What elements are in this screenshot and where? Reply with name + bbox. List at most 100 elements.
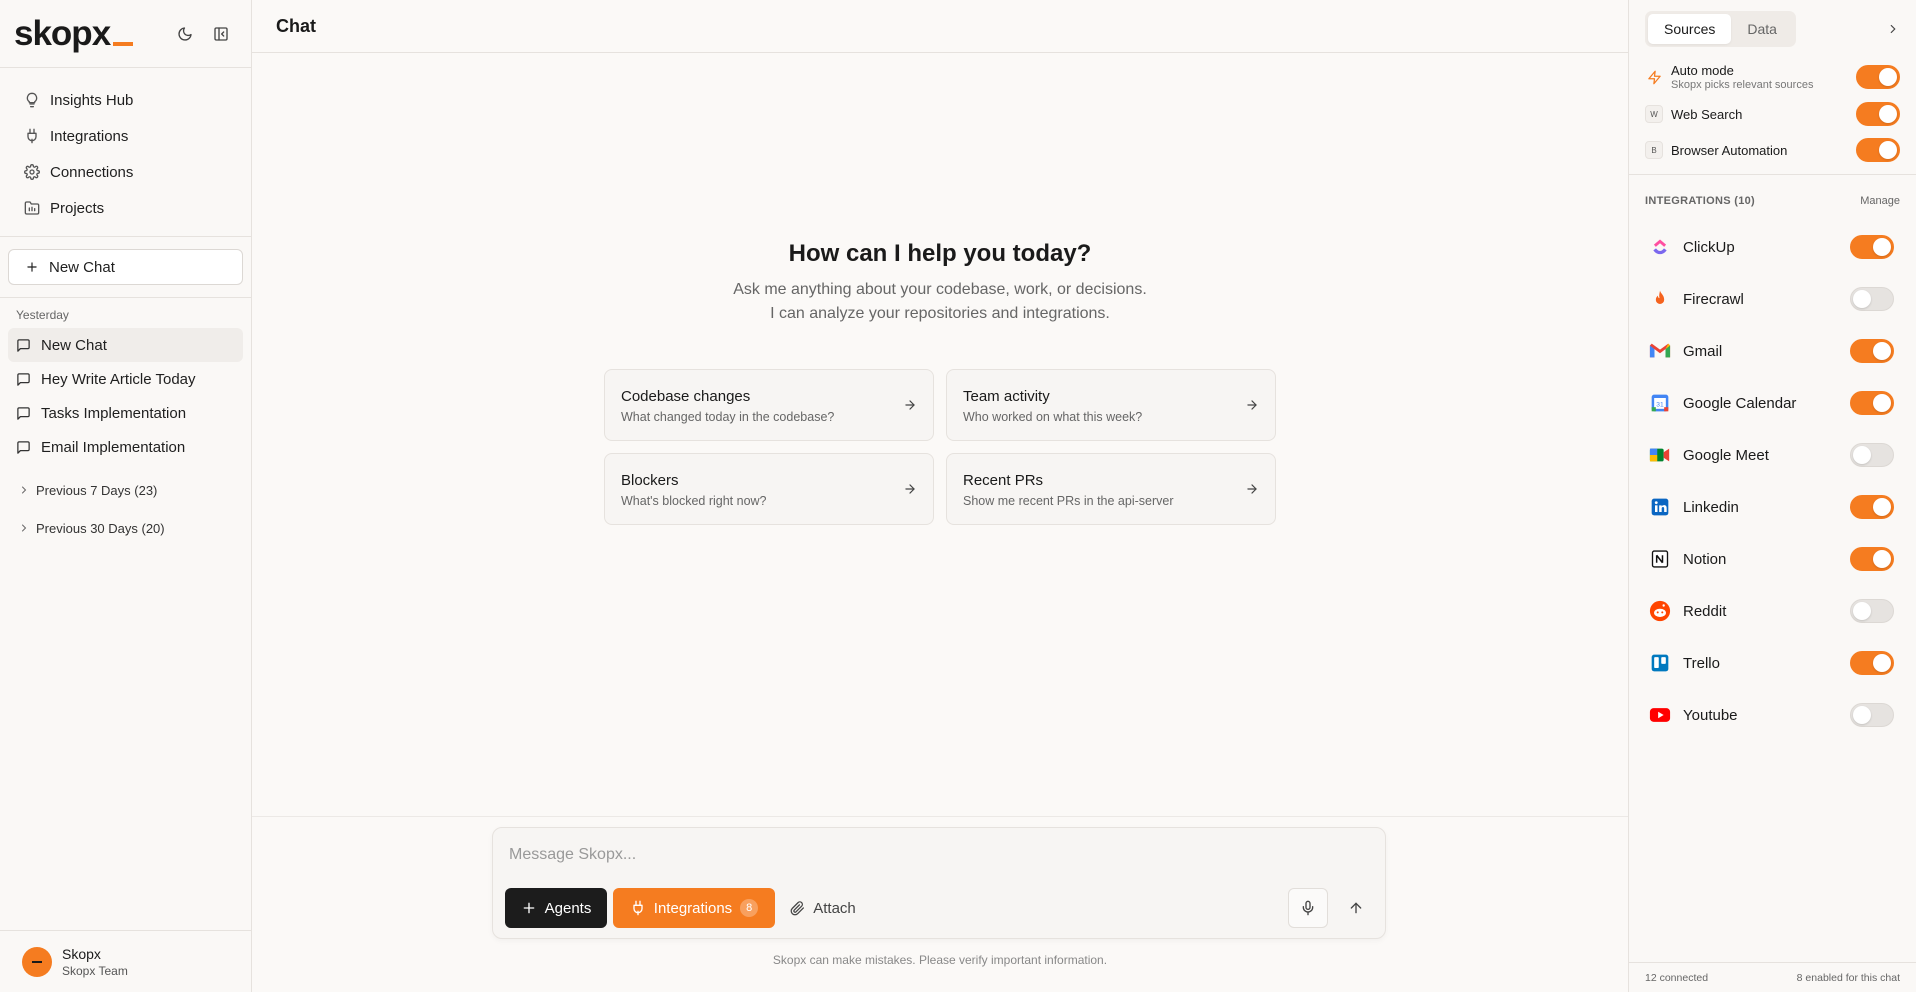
integrations-list: ClickUp Firecrawl Gmail 31 Google Calend…: [1629, 221, 1916, 741]
trello-icon: [1649, 652, 1671, 674]
reddit-toggle[interactable]: [1850, 599, 1894, 623]
paperclip-icon: [790, 900, 805, 915]
card-title: Blockers: [621, 472, 679, 489]
lightning-icon: [1645, 68, 1663, 86]
history-group-previous-7-days[interactable]: Previous 7 Days (23): [8, 472, 243, 508]
nav-item-integrations[interactable]: Integrations: [8, 118, 243, 154]
chat-history: Yesterday New Chat Hey Write Article Tod…: [0, 298, 251, 550]
suggestion-card-team-activity[interactable]: Team activity Who worked on what this we…: [946, 369, 1276, 441]
plus-icon: [27, 262, 37, 272]
integrations-button[interactable]: Integrations 8: [613, 888, 775, 928]
logo-text: skopx: [14, 13, 111, 53]
avatar: [22, 946, 52, 977]
nav-item-projects[interactable]: Projects: [8, 190, 243, 226]
history-item-label: New Chat: [41, 336, 107, 354]
history-group-previous-30-days[interactable]: Previous 30 Days (20): [8, 510, 243, 546]
gmail-icon: [1649, 340, 1671, 362]
integration-row-linkedin: Linkedin: [1649, 481, 1894, 533]
integration-name: Google Calendar: [1683, 394, 1797, 412]
linkedin-toggle[interactable]: [1850, 495, 1894, 519]
nav-item-insights-hub[interactable]: Insights Hub: [8, 82, 243, 118]
agents-label: Agents: [544, 899, 592, 917]
sidebar-nav: Insights Hub Integrations Connections Pr…: [0, 68, 251, 237]
suggestion-card-codebase-changes[interactable]: Codebase changes What changed today in t…: [604, 369, 934, 441]
integration-name: Reddit: [1683, 602, 1727, 620]
message-input[interactable]: [493, 828, 1385, 882]
chat-bubble-icon: [17, 440, 30, 454]
collapse-sidebar-button[interactable]: [209, 22, 233, 46]
lightbulb-icon: [26, 92, 38, 108]
tab-data[interactable]: Data: [1731, 14, 1793, 44]
history-item[interactable]: New Chat: [8, 328, 243, 362]
gear-icon: [24, 164, 40, 180]
integration-row-youtube: Youtube: [1649, 689, 1894, 741]
send-button[interactable]: [1336, 888, 1376, 928]
integration-name: Firecrawl: [1683, 290, 1744, 308]
sidebar-collapse-icon: [214, 27, 228, 41]
youtube-toggle[interactable]: [1850, 703, 1894, 727]
integrations-header: INTEGRATIONS (10) Manage: [1629, 181, 1916, 221]
chat-bubble-icon: [17, 372, 30, 386]
attach-button[interactable]: Attach: [783, 888, 863, 928]
firecrawl-icon: [1649, 288, 1671, 310]
notion-icon: [1649, 548, 1671, 570]
chevron-right-icon[interactable]: [1886, 22, 1900, 36]
linkedin-icon: [1649, 496, 1671, 518]
nav-item-label: Projects: [50, 199, 105, 217]
microphone-button[interactable]: [1288, 888, 1328, 928]
source-row-web-search: W Web Search: [1645, 96, 1900, 132]
welcome-line-2: I can analyze your repositories and inte…: [770, 305, 1110, 322]
clickup-toggle[interactable]: [1850, 235, 1894, 259]
card-subtitle: Show me recent PRs in the api-server: [963, 494, 1174, 508]
web-search-toggle[interactable]: [1856, 102, 1900, 126]
integration-row-gmail: Gmail: [1649, 325, 1894, 377]
history-item[interactable]: Email Implementation: [8, 430, 243, 464]
source-description: Skopx picks relevant sources: [1671, 79, 1814, 91]
google-calendar-toggle[interactable]: [1850, 391, 1894, 415]
composer-area: Agents Integrations 8 Attach Skopx can m…: [252, 816, 1628, 992]
arrow-right-icon: [1247, 484, 1257, 494]
chat-bubble-icon: [17, 406, 30, 420]
history-item[interactable]: Tasks Implementation: [8, 396, 243, 430]
logo[interactable]: skopx: [14, 13, 134, 54]
tab-sources[interactable]: Sources: [1648, 14, 1732, 44]
integration-name: Gmail: [1683, 342, 1723, 360]
trello-toggle[interactable]: [1850, 651, 1894, 675]
integration-row-trello: Trello: [1649, 637, 1894, 689]
google-meet-toggle[interactable]: [1850, 443, 1894, 467]
notion-toggle[interactable]: [1850, 547, 1894, 571]
agents-button[interactable]: Agents: [505, 888, 607, 928]
gmail-toggle[interactable]: [1850, 339, 1894, 363]
suggestion-card-recent-prs[interactable]: Recent PRs Show me recent PRs in the api…: [946, 453, 1276, 525]
chat-bubble-icon: [17, 338, 30, 352]
google-calendar-icon: 31: [1649, 392, 1671, 414]
nav-item-label: Integrations: [50, 127, 129, 145]
new-chat-button[interactable]: New Chat: [8, 249, 243, 285]
welcome-subtitle: Ask me anything about your codebase, wor…: [252, 278, 1628, 326]
integration-name: Trello: [1683, 654, 1720, 672]
plug-icon: [633, 900, 643, 916]
reddit-icon: [1649, 600, 1671, 622]
sidebar: skopx Insights Hub Integrations Connecti…: [0, 0, 252, 992]
nav-item-label: Insights Hub: [50, 91, 134, 109]
manage-link[interactable]: Manage: [1860, 195, 1900, 207]
integration-row-google-meet: Google Meet: [1649, 429, 1894, 481]
user-name: Skopx: [62, 945, 101, 962]
theme-toggle-button[interactable]: [173, 22, 197, 46]
main-content: Chat How can I help you today? Ask me an…: [252, 0, 1628, 992]
welcome-section: How can I help you today? Ask me anythin…: [252, 240, 1628, 326]
new-chat-label: New Chat: [49, 258, 115, 276]
chevron-right-icon: [22, 524, 27, 532]
browser-automation-toggle[interactable]: [1856, 138, 1900, 162]
suggestion-card-blockers[interactable]: Blockers What's blocked right now?: [604, 453, 934, 525]
svg-text:31: 31: [1656, 401, 1664, 408]
auto-mode-toggle[interactable]: [1856, 65, 1900, 89]
integration-row-firecrawl: Firecrawl: [1649, 273, 1894, 325]
source-name: Auto mode: [1671, 63, 1734, 78]
moon-icon: [178, 27, 192, 41]
history-item[interactable]: Hey Write Article Today: [8, 362, 243, 396]
user-profile[interactable]: Skopx Skopx Team: [0, 930, 251, 992]
nav-item-connections[interactable]: Connections: [8, 154, 243, 190]
firecrawl-toggle[interactable]: [1850, 287, 1894, 311]
panel-tabs: Sources Data: [1629, 0, 1916, 58]
